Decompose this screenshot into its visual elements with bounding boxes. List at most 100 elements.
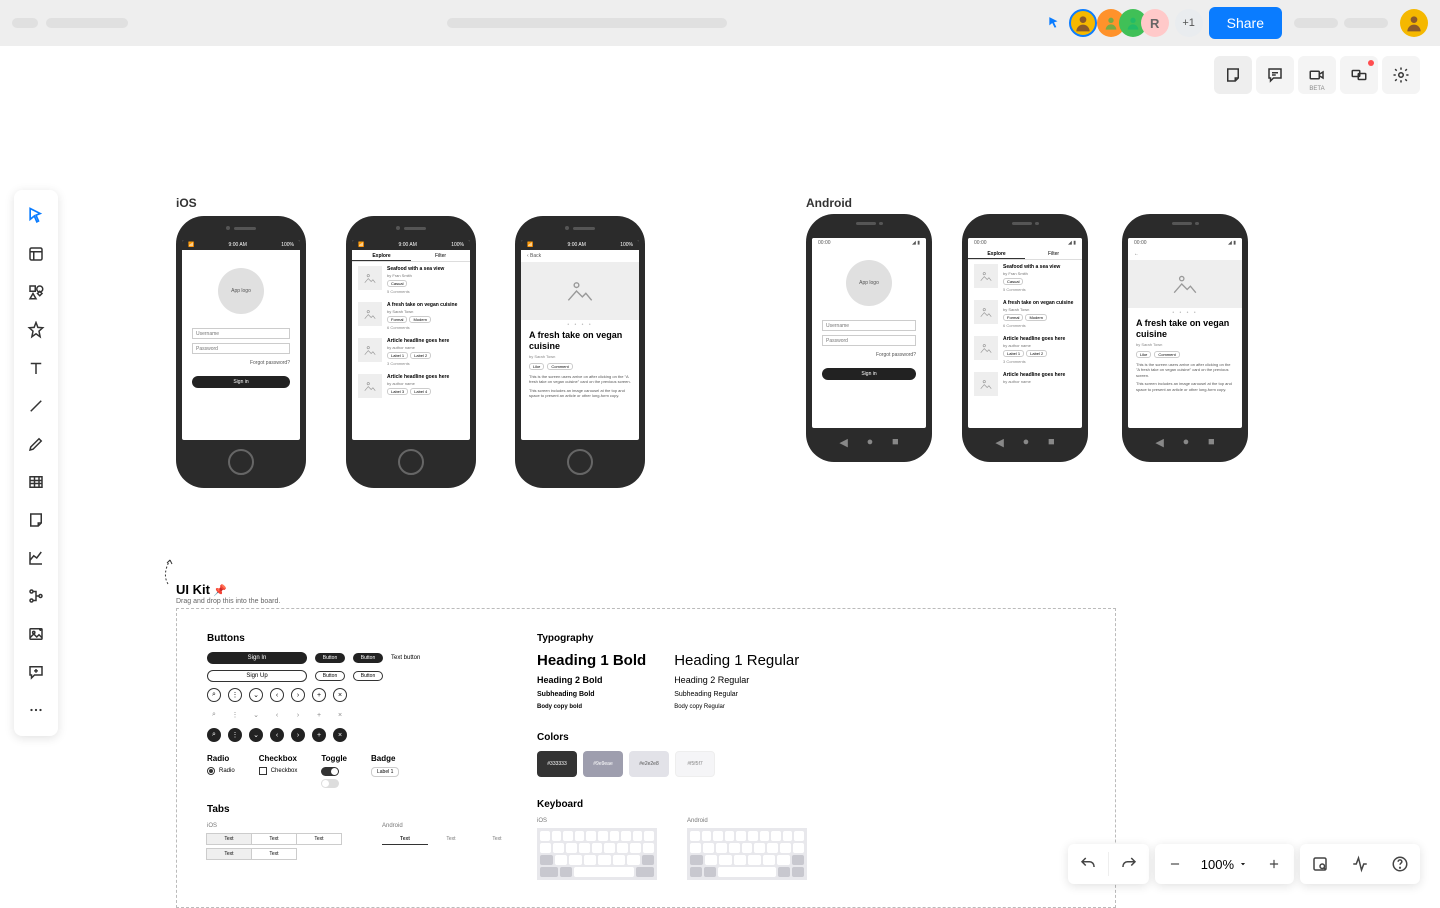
username-input: Username xyxy=(192,328,290,339)
icon-row-gray: ⌕ ⋮ ⌄ ‹ › + × xyxy=(207,708,487,722)
topbar-center xyxy=(136,18,1039,28)
tabs-underline: TextTextText xyxy=(382,833,520,845)
close-icon: × xyxy=(333,708,347,722)
top-bar: R +1 Share xyxy=(0,0,1440,46)
phone-notch xyxy=(346,216,476,240)
phone-screen: 📶9:00 AM100% ‹ Back • • • • A fresh take… xyxy=(521,240,639,440)
swatch: #9e9eae xyxy=(583,751,623,777)
chevron-down-icon: ⌄ xyxy=(249,728,263,742)
home-button xyxy=(346,440,476,484)
undo-redo-group xyxy=(1068,844,1149,884)
back-row: ← xyxy=(1128,248,1242,260)
phone-android-feed[interactable]: 00:00◢ ▮ Explore Filter Seafood with a s… xyxy=(962,214,1088,462)
color-swatches: #333333 #9e9eae #e2e2e8 #f5f5f7 xyxy=(537,751,837,777)
list-item: Article headline goes hereby author name… xyxy=(352,334,470,370)
back-row: ‹ Back xyxy=(521,250,639,262)
buttons-heading: Buttons xyxy=(207,633,487,644)
bottom-bar: 100% xyxy=(1068,844,1420,884)
undo-button[interactable] xyxy=(1068,844,1108,884)
uikit-panel[interactable]: Buttons Sign In Button Button Text butto… xyxy=(176,608,1116,908)
status-bar: 📶9:00 AM100% xyxy=(182,240,300,250)
zoom-group: 100% xyxy=(1155,844,1294,884)
collaborator-avatar[interactable]: R xyxy=(1141,9,1169,37)
logo-placeholder[interactable] xyxy=(12,18,38,28)
icon-row-solid: ⌕ ⋮ ⌄ ‹ › + × xyxy=(207,728,487,742)
uikit-buttons-col: Buttons Sign In Button Button Text butto… xyxy=(207,633,487,883)
search-icon: ⌕ xyxy=(207,688,221,702)
search-icon: ⌕ xyxy=(207,708,221,722)
forgot-link: Forgot password? xyxy=(182,358,300,372)
zoom-in-button[interactable] xyxy=(1254,844,1294,884)
breadcrumb-placeholder[interactable] xyxy=(447,18,727,28)
tabs-2: TextText xyxy=(207,848,342,860)
checkbox-icon xyxy=(259,767,267,775)
app-logo: App logo xyxy=(846,260,892,306)
activity-button[interactable] xyxy=(1340,844,1380,884)
swatch: #f5f5f7 xyxy=(675,751,715,777)
close-icon: × xyxy=(333,728,347,742)
chevron-left-icon: ‹ xyxy=(270,708,284,722)
article-content: A fresh take on vegan cuisine by Sarah T… xyxy=(1128,318,1242,393)
zoom-out-button[interactable] xyxy=(1155,844,1195,884)
phone-notch xyxy=(176,216,306,240)
current-user-avatar[interactable] xyxy=(1069,9,1097,37)
btn-signup-light: Sign Up xyxy=(207,670,307,682)
help-button[interactable] xyxy=(1380,844,1420,884)
chevron-down-icon: ⌄ xyxy=(249,688,263,702)
tabs-android-col: Android TextTextText xyxy=(382,823,520,863)
toggle-on xyxy=(321,767,339,776)
app-logo: App logo xyxy=(218,268,264,314)
phone-screen: 00:00◢ ▮ ← • • • • A fresh take on vegan… xyxy=(1128,238,1242,428)
more-collaborators[interactable]: +1 xyxy=(1175,9,1203,37)
phone-screen: 📶9:00 AM100% App logo Username Password … xyxy=(182,240,300,440)
phone-android-detail[interactable]: 00:00◢ ▮ ← • • • • A fresh take on vegan… xyxy=(1122,214,1248,462)
chevron-right-icon: › xyxy=(291,688,305,702)
android-nav: ◀●■ xyxy=(1122,428,1248,456)
signin-button-mock: Sign in xyxy=(192,376,290,388)
signin-button-mock: Sign in xyxy=(822,368,916,380)
phone-screen: 00:00◢ ▮ Explore Filter Seafood with a s… xyxy=(968,238,1082,428)
section-label-android: Android xyxy=(806,196,852,210)
list-item: Article headline goes hereby author name xyxy=(968,368,1082,400)
btn-small-outline: Button xyxy=(353,671,383,681)
phone-screen: 00:00◢ ▮ App logo Username Password Forg… xyxy=(812,238,926,428)
board-title-placeholder[interactable] xyxy=(46,18,128,28)
topbar-left xyxy=(12,18,128,28)
btn-text: Text button xyxy=(391,655,420,661)
account-avatar[interactable] xyxy=(1400,9,1428,37)
typo-regular-col: Heading 1 Regular Heading 2 Regular Subh… xyxy=(674,652,799,710)
home-button xyxy=(515,440,645,484)
topbar-action-placeholder[interactable] xyxy=(1344,18,1388,28)
article-content: A fresh take on vegan cuisine by Sarah T… xyxy=(521,330,639,399)
phone-notch xyxy=(806,214,932,234)
zoom-level[interactable]: 100% xyxy=(1195,857,1254,872)
status-bar: 📶9:00 AM100% xyxy=(521,240,639,250)
list-item: Seafood with a sea viewby Fran SmithCasu… xyxy=(352,262,470,298)
topbar-right: R +1 Share xyxy=(1047,7,1428,39)
radio-col: RadioRadio xyxy=(207,754,235,788)
carousel-dots: • • • • xyxy=(1128,310,1242,316)
phone-ios-feed[interactable]: 📶9:00 AM100% Explore Filter Seafood with… xyxy=(346,216,476,488)
share-button[interactable]: Share xyxy=(1209,7,1282,39)
phone-ios-login[interactable]: 📶9:00 AM100% App logo Username Password … xyxy=(176,216,306,488)
phone-notch xyxy=(515,216,645,240)
btn-small-outline: Button xyxy=(315,671,345,681)
phone-notch xyxy=(1122,214,1248,234)
topbar-action-placeholder[interactable] xyxy=(1294,18,1338,28)
tabs-heading: Tabs xyxy=(207,804,487,815)
redo-button[interactable] xyxy=(1109,844,1149,884)
more-icon: ⋮ xyxy=(228,688,242,702)
android-nav: ◀●■ xyxy=(962,428,1088,456)
colors-heading: Colors xyxy=(537,732,837,743)
status-bar: 00:00◢ ▮ xyxy=(1128,238,1242,248)
phone-android-login[interactable]: 00:00◢ ▮ App logo Username Password Forg… xyxy=(806,214,932,462)
phone-screen: 📶9:00 AM100% Explore Filter Seafood with… xyxy=(352,240,470,440)
keyboard-android: Android xyxy=(687,818,807,880)
phone-ios-detail[interactable]: 📶9:00 AM100% ‹ Back • • • • A fresh take… xyxy=(515,216,645,488)
minimap-button[interactable] xyxy=(1300,844,1340,884)
collaborator-avatars: R xyxy=(1103,9,1169,37)
canvas[interactable]: iOS Android 📶9:00 AM100% App logo Userna… xyxy=(0,46,1440,900)
view-group xyxy=(1300,844,1420,884)
plus-icon: + xyxy=(312,708,326,722)
more-icon: ⋮ xyxy=(228,708,242,722)
